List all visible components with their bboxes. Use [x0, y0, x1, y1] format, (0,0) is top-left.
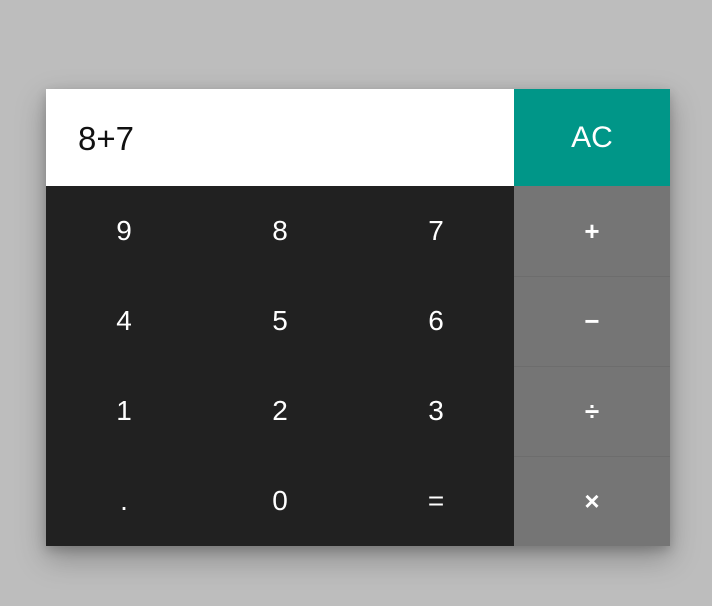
add-button[interactable]: +: [514, 186, 670, 276]
digit-9-button[interactable]: 9: [46, 186, 202, 276]
digit-7-button[interactable]: 7: [358, 186, 514, 276]
digit-1-button[interactable]: 1: [46, 366, 202, 456]
operator-column: + − ÷ ×: [514, 186, 670, 546]
digit-2-button[interactable]: 2: [202, 366, 358, 456]
all-clear-button[interactable]: AC: [514, 89, 670, 186]
number-keypad: 9 8 7 4 5 6 1 2 3 . 0 =: [46, 186, 514, 546]
subtract-button[interactable]: −: [514, 276, 670, 366]
digit-6-button[interactable]: 6: [358, 276, 514, 366]
digit-3-button[interactable]: 3: [358, 366, 514, 456]
decimal-point-button[interactable]: .: [46, 456, 202, 546]
equals-button[interactable]: =: [358, 456, 514, 546]
display-expression: 8+7: [78, 120, 134, 157]
digit-4-button[interactable]: 4: [46, 276, 202, 366]
multiply-button[interactable]: ×: [514, 456, 670, 546]
calculator: 8+7 AC 9 8 7 4 5 6 1 2 3 . 0 = + − ÷ ×: [46, 89, 670, 546]
display-panel: 8+7: [46, 89, 514, 186]
divide-button[interactable]: ÷: [514, 366, 670, 456]
digit-0-button[interactable]: 0: [202, 456, 358, 546]
digit-8-button[interactable]: 8: [202, 186, 358, 276]
digit-5-button[interactable]: 5: [202, 276, 358, 366]
